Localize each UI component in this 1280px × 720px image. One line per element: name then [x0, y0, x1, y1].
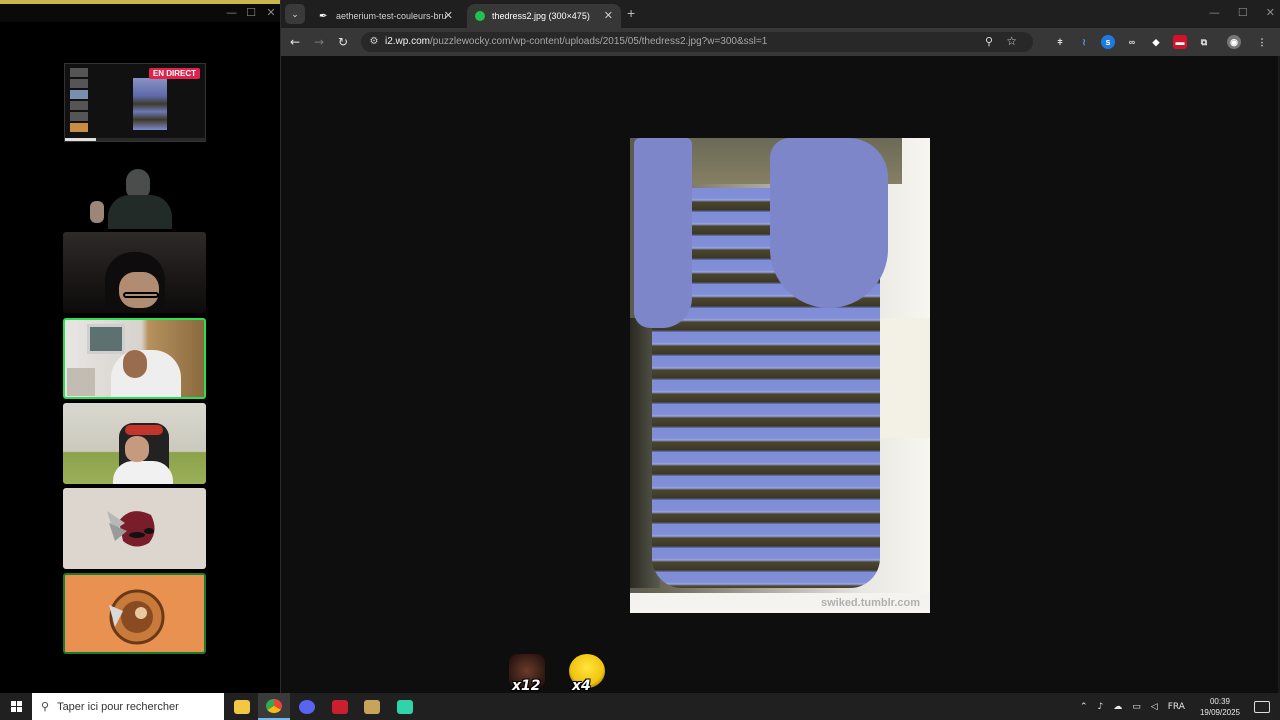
preview-sidebar-strip	[70, 68, 88, 138]
close-icon[interactable]: ✕	[1266, 6, 1275, 19]
preview-progress-bar	[65, 138, 205, 141]
extension-1-icon[interactable]: ǂ	[1053, 35, 1067, 49]
language-indicator[interactable]: FRA	[1168, 702, 1185, 712]
avatar-tile-2[interactable]	[63, 573, 206, 654]
taskbar-search-box[interactable]: ⚲ Taper ici pour rechercher	[32, 693, 224, 720]
bookmark-star-icon[interactable]: ☆	[1006, 34, 1017, 48]
extension-4-icon[interactable]: ∞	[1125, 35, 1139, 49]
live-badge: EN DIRECT	[148, 68, 200, 79]
forward-icon[interactable]: →	[311, 34, 327, 50]
desktop: — ☐ ✕ EN DIRECT ⌄ ✒ aetherium-test-coule…	[0, 0, 1280, 720]
maximize-icon[interactable]: ☐	[246, 6, 256, 19]
microphone-icon[interactable]: ♪	[1098, 702, 1104, 712]
app-teal-button[interactable]	[389, 693, 421, 720]
network-icon[interactable]: ▭	[1132, 702, 1141, 712]
chrome-button[interactable]	[258, 693, 290, 720]
url-text: i2.wp.com/puzzlewocky.com/wp-content/upl…	[385, 36, 767, 47]
emote-reaction-1: x12	[509, 654, 549, 696]
window-controls: — ☐ ✕	[1209, 6, 1275, 19]
emote-count: x4	[572, 678, 591, 694]
webcam-tile-1[interactable]	[63, 232, 206, 313]
tab-strip: ⌄ ✒ aetherium-test-couleurs-brunu ✕ thed…	[281, 0, 1280, 28]
extension-2-icon[interactable]: ≀	[1077, 35, 1091, 49]
tab-search-button[interactable]: ⌄	[285, 4, 305, 24]
extension-6-icon[interactable]: ▬	[1173, 35, 1187, 49]
profile-avatar[interactable]: ◉	[1227, 35, 1241, 49]
preview-dress-thumbnail	[133, 78, 167, 130]
onedrive-icon[interactable]: ☁	[1113, 702, 1122, 712]
emblem-avatar-icon	[109, 589, 165, 645]
minimize-icon[interactable]: —	[226, 6, 237, 19]
avatar-tile-1[interactable]	[63, 488, 206, 569]
notification-center-icon[interactable]	[1254, 700, 1270, 713]
system-tray: ⌃ ♪ ☁ ▭ ◁ FRA 00:39 19/09/2025	[1075, 693, 1280, 720]
feather-favicon-icon: ✒	[319, 11, 328, 22]
clock[interactable]: 00:39 19/09/2025	[1200, 696, 1240, 718]
page-viewport: swiked.tumblr.com x12 x4	[281, 56, 1280, 696]
tab-thedress[interactable]: thedress2.jpg (300×475) ✕	[467, 4, 621, 28]
stream-preview[interactable]: EN DIRECT	[64, 63, 206, 142]
image-favicon-icon	[475, 11, 485, 21]
taskbar: ⚲ Taper ici pour rechercher ⌃ ♪ ☁ ▭ ◁ FR…	[0, 693, 1280, 720]
app-red-button[interactable]	[324, 693, 356, 720]
stream-window-controls: — ☐ ✕	[226, 6, 276, 19]
discord-button[interactable]	[291, 693, 323, 720]
image-watermark: swiked.tumblr.com	[820, 597, 920, 609]
extension-3-icon[interactable]: s	[1101, 35, 1115, 49]
close-icon[interactable]: ✕	[266, 6, 276, 19]
browser-window: ⌄ ✒ aetherium-test-couleurs-brunu ✕ thed…	[280, 0, 1280, 696]
close-tab-icon[interactable]: ✕	[444, 9, 453, 22]
dress-image[interactable]: swiked.tumblr.com	[630, 138, 930, 613]
minimize-icon[interactable]: —	[1209, 6, 1220, 19]
search-placeholder: Taper ici pour rechercher	[57, 700, 179, 713]
show-hidden-icons-icon[interactable]: ⌃	[1080, 702, 1088, 712]
anime-avatar-icon	[107, 511, 155, 547]
extension-5-icon[interactable]: ◆	[1149, 35, 1163, 49]
volume-icon[interactable]: ◁	[1151, 702, 1158, 712]
stream-panel: — ☐ ✕ EN DIRECT	[0, 0, 280, 693]
file-explorer-button[interactable]	[226, 693, 258, 720]
clock-date: 19/09/2025	[1199, 707, 1240, 717]
clock-time: 00:39	[1209, 696, 1230, 706]
maximize-icon[interactable]: ☐	[1238, 6, 1248, 19]
start-button[interactable]	[0, 693, 32, 720]
stream-window-titlebar: — ☐ ✕	[0, 0, 280, 22]
navigation-toolbar: ← → ↻ ⚙ i2.wp.com/puzzlewocky.com/wp-con…	[281, 28, 1280, 56]
new-tab-icon[interactable]: +	[627, 5, 635, 21]
streamer-cam-silhouette	[86, 165, 182, 229]
webcam-tile-2[interactable]	[63, 318, 206, 399]
reload-icon[interactable]: ↻	[335, 34, 351, 50]
menu-kebab-icon[interactable]: ⋮	[1255, 35, 1269, 49]
url-path: /puzzlewocky.com/wp-content/uploads/2015…	[430, 36, 768, 47]
back-icon[interactable]: ←	[287, 34, 303, 50]
tab-aetherium[interactable]: ✒ aetherium-test-couleurs-brunu ✕	[311, 4, 461, 28]
windows-logo-icon	[10, 701, 22, 712]
site-info-icon[interactable]: ⚙	[367, 35, 381, 49]
url-host: i2.wp.com	[385, 36, 431, 47]
tab-title: thedress2.jpg (300×475)	[492, 11, 590, 21]
address-bar[interactable]: ⚙ i2.wp.com/puzzlewocky.com/wp-content/u…	[361, 32, 1033, 52]
tab-title: aetherium-test-couleurs-brunu	[336, 11, 446, 21]
emote-count: x12	[512, 678, 541, 694]
zoom-icon[interactable]: ⚲	[985, 35, 993, 48]
search-icon: ⚲	[41, 700, 50, 713]
close-tab-icon[interactable]: ✕	[604, 9, 613, 22]
league-button[interactable]	[356, 693, 388, 720]
webcam-tile-3[interactable]	[63, 403, 206, 484]
extensions-puzzle-icon[interactable]: ⧉	[1197, 35, 1211, 49]
emote-reaction-2: x4	[569, 654, 609, 696]
